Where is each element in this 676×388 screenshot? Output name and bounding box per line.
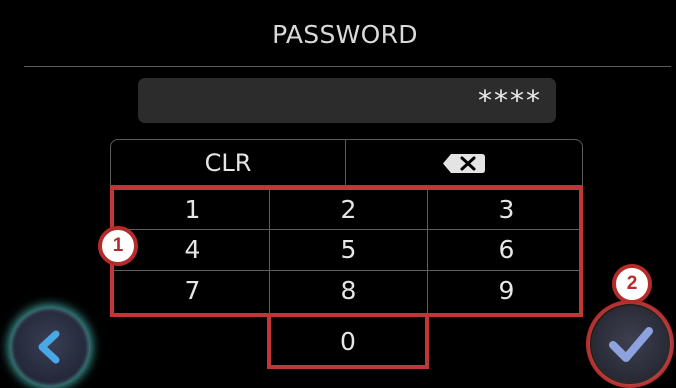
title-divider	[24, 66, 671, 67]
backspace-icon	[443, 154, 485, 173]
digit-grid: 1 2 3 4 5 6 7 8 9	[110, 186, 583, 317]
digit-key-6[interactable]: 6	[428, 231, 585, 268]
keypad: CLR 1 2 3 4 5 6 7 8 9	[110, 139, 583, 317]
checkmark-icon	[609, 327, 653, 362]
password-field[interactable]: ****	[138, 78, 556, 123]
grid-divider	[114, 229, 579, 230]
digit-key-9[interactable]: 9	[428, 272, 585, 309]
digit-key-7[interactable]: 7	[114, 272, 271, 309]
digit-key-3[interactable]: 3	[428, 191, 585, 228]
back-button[interactable]	[11, 308, 89, 386]
clear-button[interactable]: CLR	[110, 139, 346, 186]
password-screen: PASSWORD **** CLR 1 2 3 4 5 6 7 8 9 0 1	[0, 0, 676, 388]
confirm-callout-marker: 2	[612, 264, 652, 304]
chevron-left-icon	[38, 330, 60, 364]
backspace-button[interactable]	[346, 139, 583, 186]
confirm-button[interactable]	[593, 307, 668, 382]
keypad-callout-marker: 1	[98, 226, 138, 266]
page-title: PASSWORD	[272, 20, 418, 49]
digit-key-8[interactable]: 8	[270, 272, 427, 309]
digit-key-5[interactable]: 5	[270, 231, 427, 268]
grid-divider	[114, 270, 579, 271]
digit-key-2[interactable]: 2	[270, 191, 427, 228]
digit-key-1[interactable]: 1	[114, 191, 271, 228]
digit-key-0[interactable]: 0	[267, 317, 429, 369]
